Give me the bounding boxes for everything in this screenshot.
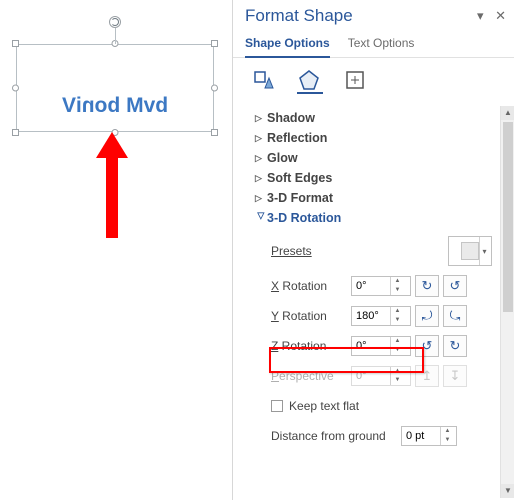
distance-input[interactable]: ▲▼ [401, 426, 457, 446]
y-rotate-left-button[interactable]: ⤾ [415, 305, 439, 327]
document-canvas[interactable]: bvM boniV [0, 0, 232, 500]
perspective-up-button: ↥ [415, 365, 439, 387]
scroll-down-icon[interactable]: ▼ [501, 484, 514, 498]
perspective-input: ▲▼ [351, 366, 411, 386]
chevron-down-icon[interactable]: ▾ [479, 237, 489, 265]
scroll-up-icon[interactable]: ▲ [501, 106, 514, 120]
keep-text-flat-label: Keep text flat [289, 399, 359, 413]
pane-options-icon[interactable]: ▾ [477, 8, 484, 23]
section-3d-rotation[interactable]: ▷3-D Rotation [233, 208, 514, 228]
perspective-label: Perspective [271, 369, 351, 383]
pane-scrollbar[interactable]: ▲ ▼ [500, 106, 514, 498]
y-rotate-right-button[interactable]: ⤿ [443, 305, 467, 327]
x-rotation-input[interactable]: ▲▼ [351, 276, 411, 296]
format-shape-pane: Format Shape ▾ ✕ Shape Options Text Opti… [232, 0, 514, 500]
presets-label: Presets [271, 244, 351, 258]
x-rotate-right-button[interactable]: ↺ [443, 275, 467, 297]
fill-line-icon[interactable] [251, 68, 277, 94]
z-rotate-cw-button[interactable]: ↻ [443, 335, 467, 357]
callout-arrow [96, 132, 128, 238]
shape-text: bvM boniV [16, 94, 214, 118]
section-3d-format[interactable]: ▷3-D Format [233, 188, 514, 208]
section-soft-edges[interactable]: ▷Soft Edges [233, 168, 514, 188]
z-rotate-ccw-button[interactable]: ↺ [415, 335, 439, 357]
perspective-down-button: ↧ [443, 365, 467, 387]
x-rotation-label: X Rotation [271, 279, 351, 293]
y-rotation-input[interactable]: ▲▼ [351, 306, 411, 326]
tab-text-options[interactable]: Text Options [348, 32, 415, 57]
rotate-handle[interactable] [109, 16, 121, 28]
keep-text-flat-checkbox[interactable] [271, 400, 283, 412]
x-rotate-left-button[interactable]: ↻ [415, 275, 439, 297]
presets-dropdown[interactable]: ▾ [448, 236, 492, 266]
y-rotation-label: Y Rotation [271, 309, 351, 323]
effects-icon[interactable] [297, 68, 323, 94]
section-shadow[interactable]: ▷Shadow [233, 108, 514, 128]
distance-label: Distance from ground [271, 429, 401, 443]
selected-shape[interactable]: bvM boniV [16, 44, 214, 132]
section-reflection[interactable]: ▷Reflection [233, 128, 514, 148]
tab-shape-options[interactable]: Shape Options [245, 32, 330, 58]
z-rotation-label: Z Rotation [271, 339, 351, 353]
pane-title: Format Shape [245, 6, 504, 26]
section-glow[interactable]: ▷Glow [233, 148, 514, 168]
scroll-thumb[interactable] [503, 122, 513, 312]
close-icon[interactable]: ✕ [495, 8, 506, 23]
size-properties-icon[interactable] [343, 68, 369, 94]
z-rotation-input[interactable]: ▲▼ [351, 336, 411, 356]
